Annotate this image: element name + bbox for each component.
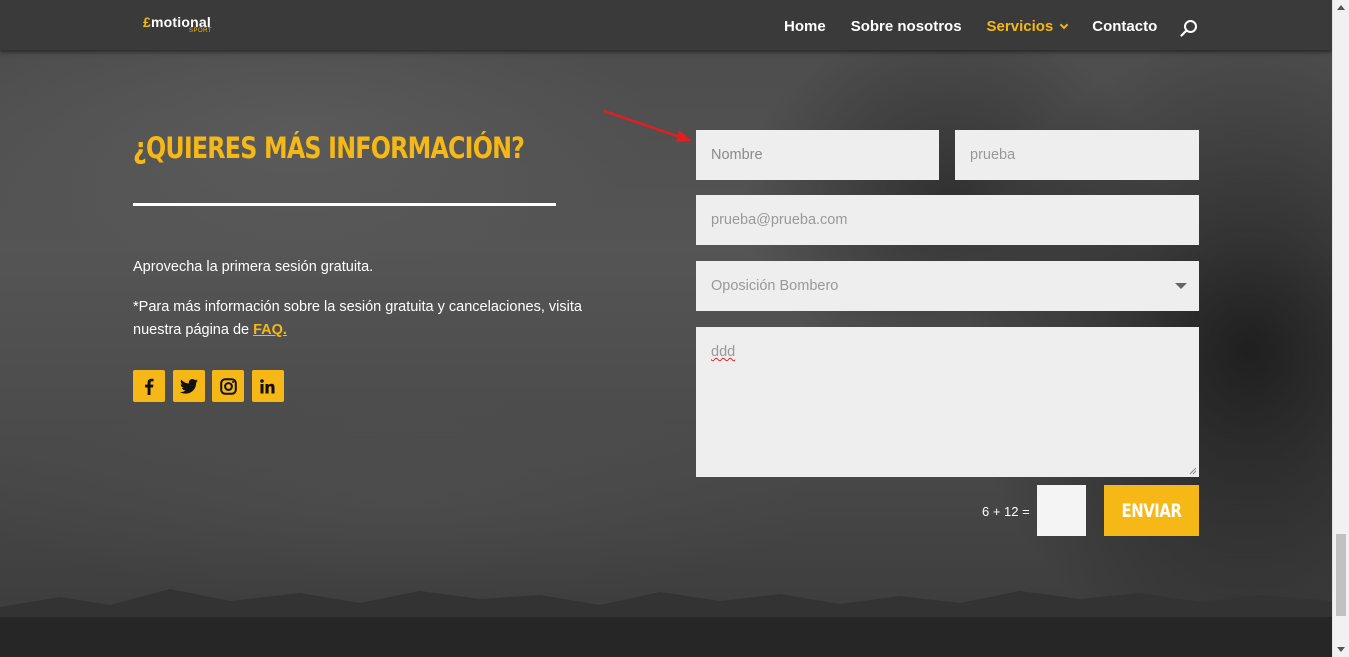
captcha-label: 6 + 12 = [982,504,1030,519]
caret-down-icon [1175,283,1187,289]
nav-contacto[interactable]: Contacto [1092,18,1157,35]
message-textarea[interactable]: ddd [696,327,1199,477]
nombre-field[interactable]: Nombre [696,130,939,180]
title-divider [133,203,556,206]
nav-home[interactable]: Home [784,18,826,35]
nav-home-label: Home [784,18,826,35]
intro-text: Aprovecha la primera sesión gratuita. [133,259,374,275]
linkedin-link[interactable] [251,370,284,402]
main-nav: Home Sobre nosotros Servicios Contacto [784,18,1182,35]
nav-contacto-label: Contacto [1092,18,1158,35]
nav-servicios-label: Servicios [986,18,1054,35]
nav-servicios[interactable]: Servicios [986,18,1069,35]
submit-button-label: ENVIAR [1121,499,1182,522]
resize-handle-icon[interactable] [1189,467,1197,475]
scroll-down-arrow-icon[interactable] [1337,647,1345,652]
submit-button[interactable]: ENVIAR [1104,485,1199,536]
instagram-link[interactable] [212,370,244,402]
logo-prefix: £ [143,14,151,30]
page: £motional SPORT Home Sobre nosotros Serv… [0,0,1332,657]
captcha-input[interactable] [1037,485,1086,536]
nav-sobre-nosotros[interactable]: Sobre nosotros [851,18,962,35]
twitter-icon [179,378,198,394]
nav-sobre-label: Sobre nosotros [850,18,962,35]
apellido-value: prueba [970,147,1016,163]
chevron-down-icon [1060,20,1069,29]
section-title: ¿QUIERES MÁS INFORMACIÓN? [133,131,525,165]
scrollbar-thumb[interactable] [1336,534,1346,616]
mountains-silhouette [0,589,1332,617]
site-header: £motional SPORT Home Sobre nosotros Serv… [0,0,1332,50]
facebook-icon [145,378,154,395]
vertical-scrollbar[interactable] [1332,0,1349,657]
search-icon[interactable] [1180,19,1198,37]
apellido-field[interactable]: prueba [955,130,1199,180]
nombre-placeholder: Nombre [711,147,763,163]
email-field[interactable]: prueba@prueba.com [696,195,1199,245]
logo-subtext: SPORT [189,28,213,34]
site-logo[interactable]: £motional SPORT [143,14,212,34]
red-arrow-annotation [603,109,692,142]
email-value: prueba@prueba.com [711,212,848,228]
service-select[interactable]: Oposición Bombero [696,261,1199,311]
faq-link[interactable]: FAQ. [253,322,287,338]
linkedin-icon [260,378,275,393]
message-value: ddd [711,344,736,360]
social-links [133,370,291,402]
twitter-link[interactable] [172,370,205,402]
footer [0,617,1332,657]
scroll-up-arrow-icon[interactable] [1337,5,1345,10]
facebook-link[interactable] [133,370,165,402]
info-text-body: *Para más información sobre la sesión gr… [133,299,582,338]
instagram-icon [219,377,237,395]
service-select-value: Oposición Bombero [711,278,839,294]
info-text: *Para más información sobre la sesión gr… [133,296,633,342]
